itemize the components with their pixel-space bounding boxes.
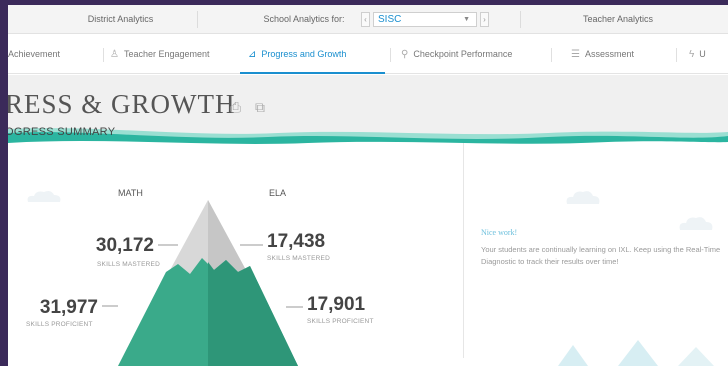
- message-body: Your students are continually learning o…: [481, 245, 721, 266]
- math-proficient-label: SKILLS PROFICIENT: [26, 321, 93, 328]
- ela-proficient-label: SKILLS PROFICIENT: [307, 318, 374, 325]
- ela-mastered-value: 17,438: [267, 231, 326, 252]
- ela-proficient-value: 17,901: [307, 294, 366, 315]
- ela-mastered-label: SKILLS MASTERED: [267, 255, 330, 262]
- summary-divider: [463, 143, 464, 358]
- connector-lines: [102, 244, 303, 308]
- math-mastered-value: 30,172: [95, 235, 154, 256]
- ela-column-label: ELA: [269, 188, 287, 198]
- app-frame: District Analytics School Analytics for:…: [8, 5, 728, 366]
- math-column-label: MATH: [118, 188, 143, 198]
- math-proficient-value: 31,977: [39, 297, 98, 318]
- message-title: Nice work!: [481, 228, 518, 237]
- math-mastered-label: SKILLS MASTERED: [97, 261, 160, 268]
